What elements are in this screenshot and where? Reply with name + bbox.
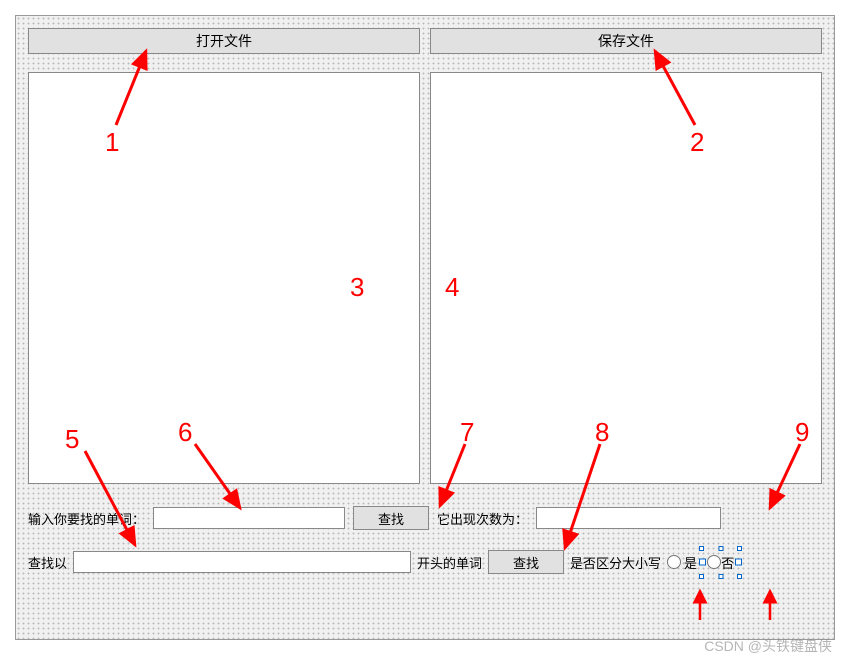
watermark: CSDN @头铁键盘侠 — [704, 636, 832, 656]
prefix-search-row: 查找以 开头的单词 查找 是否区分大小写 是 否 — [28, 550, 822, 574]
word-input[interactable] — [153, 507, 345, 529]
count-label: 它出现次数为： — [437, 509, 528, 528]
radio-no-label: 否 — [721, 553, 734, 572]
prefix-left-label: 查找以 — [28, 553, 67, 572]
right-text-panel[interactable] — [430, 72, 822, 484]
radio-yes-label: 是 — [684, 553, 697, 572]
search-prefix-button[interactable]: 查找 — [488, 550, 564, 574]
prefix-input[interactable] — [73, 551, 411, 573]
text-panels — [28, 72, 822, 484]
count-output[interactable] — [536, 507, 721, 529]
top-button-row: 打开文件 保存文件 — [28, 28, 822, 54]
case-sensitive-label: 是否区分大小写 — [570, 553, 661, 572]
form-container: 打开文件 保存文件 输入你要找的单词： 查找 它出现次数为： 查找以 开头的单词… — [15, 15, 835, 640]
radio-no-wrap-selected: 否 — [703, 551, 738, 574]
save-file-button[interactable]: 保存文件 — [430, 28, 822, 54]
radio-yes-wrap: 是 — [667, 553, 697, 572]
search-word-row: 输入你要找的单词： 查找 它出现次数为： — [28, 506, 822, 530]
open-file-button[interactable]: 打开文件 — [28, 28, 420, 54]
radio-no[interactable] — [707, 555, 721, 569]
prefix-right-label: 开头的单词 — [417, 553, 482, 572]
left-text-panel[interactable] — [28, 72, 420, 484]
input-word-label: 输入你要找的单词： — [28, 509, 145, 528]
search-word-button[interactable]: 查找 — [353, 506, 429, 530]
radio-yes[interactable] — [667, 555, 681, 569]
